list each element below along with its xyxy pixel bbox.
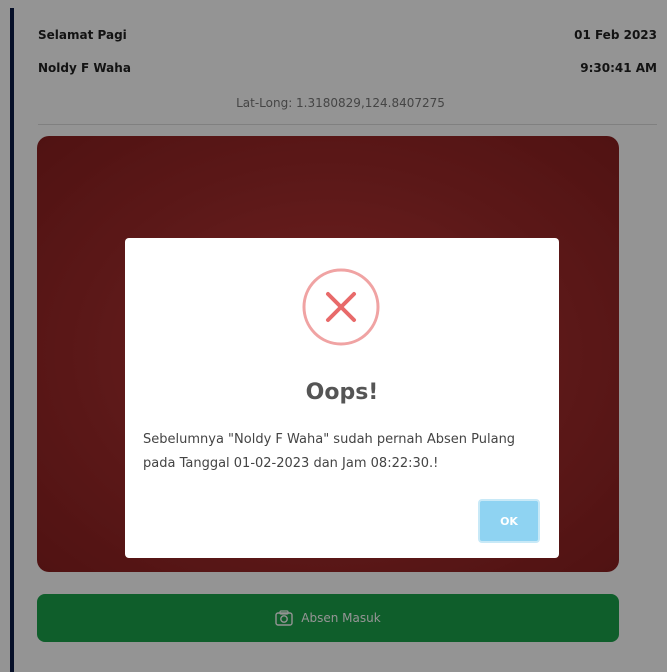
error-x-icon: [302, 268, 380, 346]
error-dialog: Oops! Sebelumnya "Noldy F Waha" sudah pe…: [125, 238, 559, 558]
dialog-title: Oops!: [305, 380, 379, 405]
app-page: Selamat Pagi Noldy F Waha 01 Feb 2023 9:…: [0, 0, 667, 672]
dialog-message: Sebelumnya "Noldy F Waha" sudah pernah A…: [143, 432, 516, 471]
ok-button[interactable]: OK: [478, 499, 540, 543]
